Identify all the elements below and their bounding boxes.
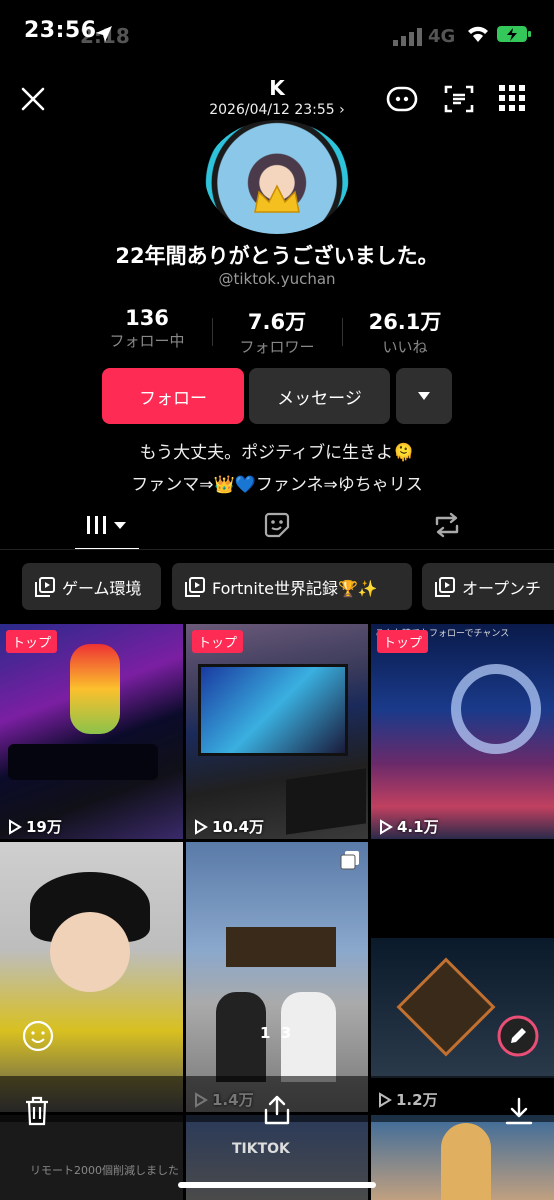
view-count-text: 10.4万 — [212, 818, 265, 836]
playlist-label: オープンチ — [462, 578, 542, 598]
tab-favorites[interactable] — [242, 505, 312, 545]
robot-face-icon[interactable] — [386, 84, 418, 114]
view-count-text: 4.1万 — [397, 818, 439, 836]
view-count: 1.2万 — [378, 1089, 438, 1110]
profile-title: 22年間ありがとうございました。 — [115, 244, 439, 268]
following-count: 136 — [125, 306, 169, 330]
top-badge: トップ — [6, 630, 58, 653]
caret-down-icon — [418, 392, 430, 400]
stat-likes[interactable]: 26.1万 いいね — [340, 306, 470, 357]
cell-signal-icon — [393, 28, 422, 46]
home-indicator[interactable] — [178, 1182, 376, 1188]
repost-icon — [435, 512, 459, 538]
avatar[interactable] — [205, 120, 349, 234]
video-thumbnail[interactable] — [371, 1115, 554, 1200]
play-icon — [380, 818, 393, 835]
video-thumbnail[interactable]: 1 3 — [186, 842, 368, 1112]
video-thumbnail[interactable]: トップ 10.4万 — [186, 624, 368, 839]
download-icon[interactable] — [504, 1096, 534, 1126]
view-count: 19万 — [8, 816, 62, 837]
profile-handle: @tiktok.yuchan — [218, 270, 336, 288]
likes-label: いいね — [382, 338, 428, 356]
top-badge: トップ — [192, 630, 244, 653]
play-icon — [9, 818, 22, 835]
videos-grid-icon — [87, 516, 126, 534]
tab-reposts[interactable] — [412, 505, 482, 545]
chevron-right-icon: › — [339, 102, 345, 118]
share-upload-icon[interactable] — [262, 1094, 292, 1126]
tabs-divider — [0, 549, 554, 550]
draw-pencil-icon[interactable] — [496, 1014, 540, 1058]
video-thumbnail[interactable] — [0, 1115, 183, 1200]
video-thumbnail[interactable] — [371, 842, 554, 1112]
tab-videos[interactable] — [72, 505, 142, 545]
following-label: フォロー中 — [109, 332, 185, 350]
playlist-chip[interactable]: オープンチ — [422, 563, 554, 610]
scan-icon[interactable] — [444, 84, 474, 114]
view-count-text: 19万 — [26, 818, 62, 836]
status-bar: 2:18 23:56 4G — [0, 0, 554, 70]
wifi-icon — [468, 26, 488, 42]
likes-count: 26.1万 — [368, 310, 442, 334]
thumbnail-clock — [8, 744, 158, 780]
playlist-icon — [435, 576, 455, 597]
message-button[interactable]: メッセージ — [249, 368, 390, 424]
play-icon — [379, 1091, 392, 1108]
thumbnail-figure — [441, 1123, 491, 1200]
thumbnail-temple — [226, 927, 336, 967]
photo-carousel-icon — [340, 851, 359, 870]
playlist-chip[interactable]: ゲーム環境 — [22, 563, 161, 610]
network-label: 4G — [428, 26, 456, 47]
trash-icon[interactable] — [24, 1096, 50, 1126]
photo-counter: 1 3 — [260, 1024, 292, 1042]
datetime-text: 2026/04/12 23:55 — [209, 102, 335, 118]
thumbnail-figure — [70, 644, 120, 734]
thumbnail-monitor — [198, 664, 348, 756]
bio-line-1: もう大丈夫。ポジティブに生きよ🫠 — [139, 443, 415, 463]
crown-icon — [254, 184, 300, 213]
play-icon — [195, 1091, 208, 1108]
sticker-text: TIKTOK — [232, 1141, 290, 1157]
playlist-icon — [185, 576, 205, 597]
playlist-icon — [35, 576, 55, 597]
thumbnail-person — [216, 992, 266, 1082]
top-badge: トップ — [377, 630, 429, 653]
menu-grid-icon[interactable] — [498, 84, 526, 112]
video-thumbnail[interactable]: こんな時でもフォローでチャンス トップ 4.1万 — [371, 624, 554, 839]
suggestions-button[interactable] — [396, 368, 452, 424]
stat-following[interactable]: 136 フォロー中 — [82, 306, 212, 351]
followers-count: 7.6万 — [247, 310, 307, 334]
video-thumbnail[interactable] — [0, 842, 183, 1112]
follow-button[interactable]: フォロー — [102, 368, 244, 424]
playlist-label: Fortnite世界記録🏆✨ — [212, 578, 378, 598]
view-count-text: 1.4万 — [212, 1091, 254, 1109]
thumbnail-face — [50, 912, 130, 992]
playlist-label: ゲーム環境 — [62, 578, 142, 598]
status-time: 23:56 — [24, 18, 97, 43]
bio-line-2: ファンマ⇒👑💙ファンネ⇒ゆちゃリス — [131, 475, 423, 495]
followers-label: フォロワー — [239, 338, 315, 356]
playlist-chip[interactable]: Fortnite世界記録🏆✨ — [172, 563, 412, 610]
thumbnail-box — [286, 768, 366, 835]
view-count: 1.4万 — [194, 1089, 254, 1110]
stat-followers[interactable]: 7.6万 フォロワー — [212, 306, 342, 357]
view-count-text: 1.2万 — [396, 1091, 438, 1109]
location-arrow-icon — [96, 26, 112, 42]
video-thumbnail[interactable]: トップ 19万 — [0, 624, 183, 839]
thumbnail-logo — [451, 664, 541, 754]
emoji-icon[interactable] — [22, 1020, 54, 1052]
view-count: 10.4万 — [194, 816, 264, 837]
view-count: 4.1万 — [379, 816, 439, 837]
battery-charging-icon — [497, 26, 531, 42]
bottom-overlay-text: リモート2000個削減しました — [30, 1164, 179, 1177]
sticker-face-icon — [264, 512, 290, 538]
play-icon — [195, 818, 208, 835]
